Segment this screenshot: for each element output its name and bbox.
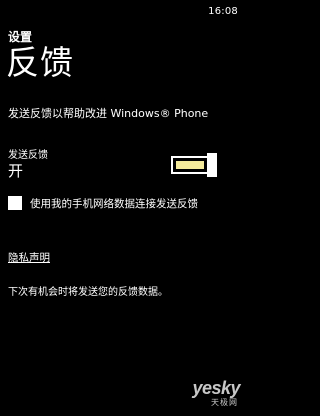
cellular-data-checkbox-row[interactable]: 使用我的手机网络数据连接发送反馈 bbox=[8, 193, 198, 213]
toggle-track bbox=[171, 156, 211, 174]
feedback-setting-label: 发送反馈 bbox=[8, 150, 48, 161]
cellular-data-checkbox-label: 使用我的手机网络数据连接发送反馈 bbox=[30, 197, 198, 210]
footer-note: 下次有机会时将发送您的反馈数据。 bbox=[8, 287, 168, 298]
watermark-subtitle: 天极网 bbox=[211, 398, 238, 407]
page-title: 反馈 bbox=[6, 43, 74, 82]
toggle-thumb[interactable] bbox=[207, 153, 217, 177]
feedback-description: 发送反馈以帮助改进 Windows® Phone bbox=[8, 107, 209, 120]
toggle-fill bbox=[176, 161, 204, 169]
watermark-logo: yesky 天极网 bbox=[184, 378, 240, 408]
status-time: 16:08 bbox=[208, 6, 238, 17]
cellular-data-checkbox[interactable] bbox=[8, 196, 22, 210]
feedback-setting-value: 开 bbox=[8, 162, 24, 180]
feedback-toggle-switch[interactable] bbox=[171, 153, 217, 179]
watermark-logo-text: yesky bbox=[192, 378, 240, 398]
privacy-statement-link[interactable]: 隐私声明 bbox=[8, 250, 50, 265]
